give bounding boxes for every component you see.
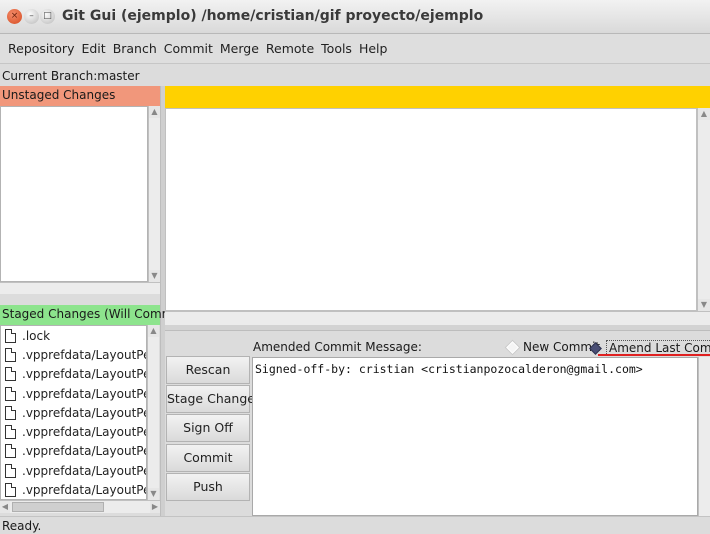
- menu-help[interactable]: Help: [357, 34, 393, 56]
- staged-file-item[interactable]: .vpprefdata/LayoutPersp: [1, 461, 146, 480]
- menu-remote[interactable]: Remote: [264, 34, 319, 56]
- staged-file-list[interactable]: .lock .vpprefdata/LayoutPersp .vpprefdat…: [0, 325, 147, 500]
- staged-file-item[interactable]: .vpprefdata/LayoutPersp: [1, 365, 146, 384]
- file-icon: [5, 483, 16, 498]
- file-icon: [5, 386, 16, 401]
- scroll-up-icon[interactable]: ▲: [149, 106, 160, 118]
- file-icon: [5, 405, 16, 420]
- window-title: Git Gui (ejemplo) /home/cristian/gif pro…: [62, 8, 484, 24]
- rescan-button[interactable]: Rescan: [166, 356, 250, 384]
- staged-file-item[interactable]: .vpprefdata/LayoutPersp: [1, 422, 146, 441]
- diff-view[interactable]: [165, 108, 697, 311]
- radio-selected-icon: [589, 341, 602, 355]
- highlight-underline: [598, 354, 710, 356]
- title-bar: × – □ Git Gui (ejemplo) /home/cristian/g…: [0, 0, 710, 34]
- file-icon: [5, 444, 16, 459]
- staged-horizontal-scrollbar[interactable]: ◀ ▶: [0, 500, 160, 513]
- staged-file-item[interactable]: .vpprefdata/LayoutPersp: [1, 345, 146, 364]
- staged-file-name: .vpprefdata/LayoutPersp: [22, 405, 146, 420]
- menu-edit[interactable]: Edit: [79, 34, 110, 56]
- staged-file-item[interactable]: .vpprefdata/LayoutPersp: [1, 442, 146, 461]
- status-bar: Ready.: [0, 516, 710, 534]
- menu-bar: Repository Edit Branch Commit Merge Remo…: [0, 34, 710, 64]
- staged-file-name: .lock: [22, 328, 51, 343]
- file-icon: [5, 463, 16, 478]
- staged-file-item[interactable]: .vpprefdata/LayoutPersp: [1, 384, 146, 403]
- horizontal-pane-splitter[interactable]: [165, 325, 710, 331]
- scroll-right-icon[interactable]: ▶: [150, 501, 160, 513]
- unstaged-changes-header: Unstaged Changes: [0, 86, 160, 106]
- staged-file-name: .vpprefdata/LayoutPersp: [22, 483, 146, 498]
- commit-message-scrollbar[interactable]: [698, 357, 710, 516]
- diff-horizontal-scrollbar[interactable]: [165, 311, 710, 325]
- staged-file-name: .vpprefdata/LayoutPersp: [22, 444, 146, 459]
- sign-off-button[interactable]: Sign Off: [166, 414, 250, 442]
- minimize-icon[interactable]: –: [24, 9, 39, 24]
- commit-message-textarea[interactable]: Signed-off-by: cristian <cristianpozocal…: [252, 357, 698, 516]
- file-icon: [5, 425, 16, 440]
- menu-repository[interactable]: Repository: [6, 34, 79, 56]
- file-icon: [5, 367, 16, 382]
- staged-vertical-scrollbar[interactable]: ▲ ▼: [147, 325, 159, 500]
- push-button[interactable]: Push: [166, 473, 250, 501]
- scroll-down-icon[interactable]: ▼: [698, 299, 710, 311]
- scrollbar-thumb[interactable]: [12, 502, 104, 512]
- file-icon: [5, 347, 16, 362]
- current-branch-label: Current Branch:: [2, 69, 98, 83]
- staged-file-name: .vpprefdata/LayoutPersp: [22, 367, 146, 382]
- scroll-left-icon[interactable]: ◀: [0, 501, 10, 513]
- diff-vertical-scrollbar[interactable]: ▲ ▼: [697, 108, 710, 311]
- scroll-down-icon[interactable]: ▼: [149, 270, 160, 282]
- scroll-up-icon[interactable]: ▲: [698, 108, 710, 120]
- staged-file-name: .vpprefdata/LayoutPersp: [22, 386, 146, 401]
- unstaged-file-list[interactable]: [0, 106, 148, 282]
- radio-unselected-icon: [506, 340, 519, 354]
- unstaged-horizontal-scrollbar[interactable]: [0, 282, 160, 294]
- current-branch: Current Branch:master: [0, 66, 710, 86]
- stage-changed-button[interactable]: Stage Changed: [166, 385, 263, 413]
- commit-button[interactable]: Commit: [166, 444, 250, 472]
- staged-file-item[interactable]: .vpprefdata/LayoutPersp: [1, 480, 146, 499]
- staged-changes-header: Staged Changes (Will Commit): [0, 305, 186, 325]
- file-icon: [5, 328, 16, 343]
- menu-branch[interactable]: Branch: [111, 34, 162, 56]
- scroll-down-icon[interactable]: ▼: [148, 488, 159, 500]
- menu-commit[interactable]: Commit: [162, 34, 218, 56]
- new-commit-label: New Commit: [523, 340, 601, 354]
- staged-file-name: .vpprefdata/LayoutPersp: [22, 347, 146, 362]
- staged-file-name: .vpprefdata/LayoutPersp: [22, 425, 146, 440]
- current-branch-name: master: [97, 69, 140, 83]
- staged-file-item[interactable]: .vpprefdata/LayoutPersp: [1, 403, 146, 422]
- close-icon[interactable]: ×: [7, 9, 22, 24]
- new-commit-radio[interactable]: New Commit: [506, 340, 601, 354]
- menu-merge[interactable]: Merge: [218, 34, 264, 56]
- commit-message-text: Signed-off-by: cristian <cristianpozocal…: [255, 362, 643, 376]
- menu-tools[interactable]: Tools: [319, 34, 357, 56]
- staged-file-item[interactable]: .lock: [1, 326, 146, 345]
- scroll-up-icon[interactable]: ▲: [148, 325, 159, 337]
- staged-file-name: .vpprefdata/LayoutPersp: [22, 463, 146, 478]
- commit-message-label: Amended Commit Message:: [253, 340, 422, 354]
- maximize-icon[interactable]: □: [40, 9, 55, 24]
- diff-header: [165, 86, 710, 108]
- unstaged-vertical-scrollbar[interactable]: ▲ ▼: [148, 106, 160, 282]
